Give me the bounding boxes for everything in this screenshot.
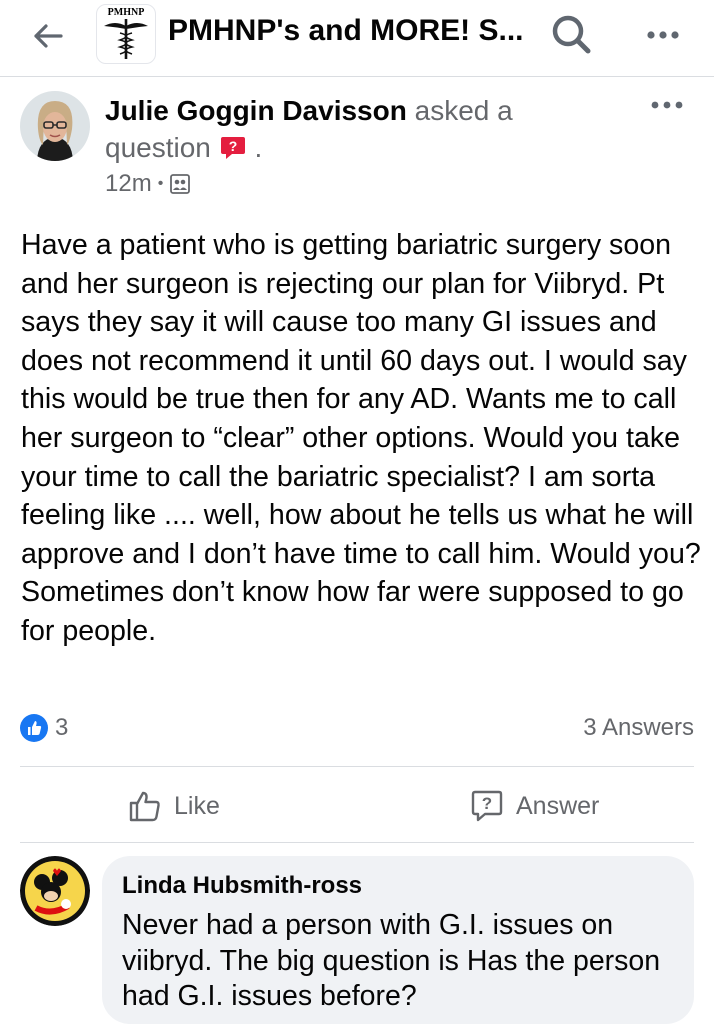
group-title[interactable]: PMHNP's and MORE! S... — [168, 14, 524, 48]
divider — [20, 766, 694, 767]
like-reaction-icon[interactable] — [20, 714, 48, 742]
comment-text: Never had a person with G.I. issues on v… — [122, 909, 661, 1012]
author-avatar-image — [20, 91, 90, 161]
post-body: Have a patient who is getting bariatric … — [21, 229, 701, 647]
post-action-suffix: . — [254, 132, 263, 163]
post-header-line: Julie Goggin Davisson asked a question ?… — [105, 92, 575, 166]
reactions-row: 3 3 Answers — [20, 712, 694, 746]
author-avatar[interactable] — [20, 91, 90, 161]
comment-author[interactable]: Linda Hubsmith-ross — [122, 872, 362, 900]
commenter-avatar-image — [20, 856, 90, 926]
back-arrow-icon — [34, 24, 63, 48]
more-horizontal-icon — [651, 101, 683, 109]
question-badge-icon: ? — [220, 137, 245, 159]
comment-bubble: Linda Hubsmith-ross Never had a person w… — [102, 856, 694, 1024]
post-time[interactable]: 12m — [105, 170, 152, 198]
reaction-count[interactable]: 3 — [55, 714, 68, 742]
like-button[interactable]: Like — [128, 786, 220, 826]
action-bar: Like ? Answer — [0, 778, 714, 834]
question-bubble-icon: ? — [471, 790, 503, 822]
more-horizontal-icon — [647, 31, 679, 39]
commenter-avatar[interactable] — [20, 856, 90, 926]
top-bar: PMHNP PMHNP's and MORE! S... — [0, 0, 714, 77]
search-button[interactable] — [549, 12, 595, 58]
svg-text:?: ? — [228, 138, 237, 154]
answer-button[interactable]: ? Answer — [470, 786, 599, 826]
post-more-button[interactable] — [644, 90, 690, 120]
like-label: Like — [174, 791, 220, 820]
group-logo[interactable]: PMHNP — [96, 4, 156, 64]
divider — [20, 842, 694, 843]
meta-separator: • — [157, 175, 164, 192]
svg-text:?: ? — [482, 794, 492, 813]
answers-count[interactable]: 3 Answers — [583, 714, 694, 742]
search-icon — [552, 15, 591, 54]
thumbs-up-icon — [129, 791, 160, 822]
post-meta: 12m • — [105, 170, 191, 198]
more-options-button[interactable] — [640, 20, 686, 50]
answer-label: Answer — [516, 791, 600, 820]
caduceus-logo-icon — [104, 19, 148, 59]
group-audience-icon — [170, 174, 191, 194]
back-button[interactable] — [28, 16, 68, 56]
author-name[interactable]: Julie Goggin Davisson — [105, 95, 407, 126]
